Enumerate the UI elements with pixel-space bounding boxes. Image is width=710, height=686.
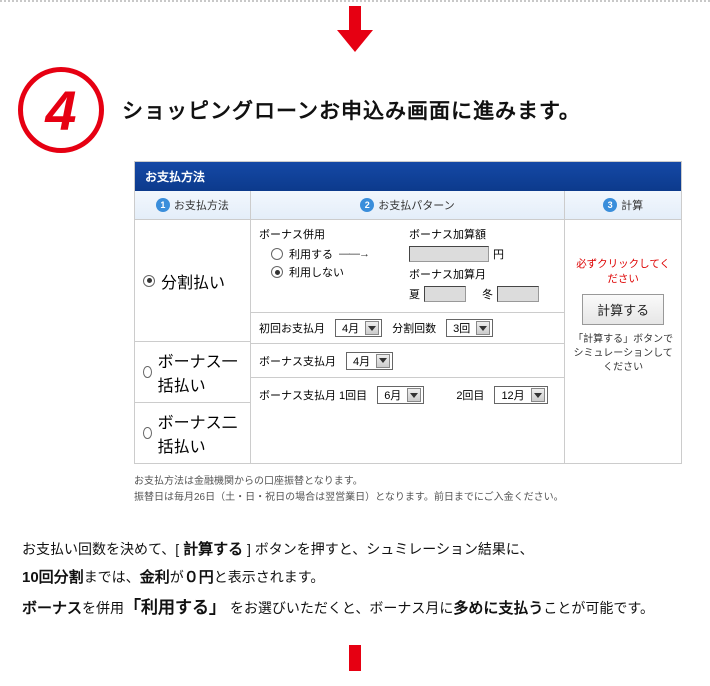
bonus-addamt-label: ボーナス加算額 — [409, 226, 486, 242]
bonus-use-label: 利用する — [289, 246, 333, 262]
option-bonus-twice: ボーナス二括払い — [158, 409, 242, 457]
step-title: ショッピングローンお申込み画面に進みます。 — [122, 95, 581, 125]
radio-bonus-once[interactable] — [143, 366, 152, 378]
winter-label: 冬 — [482, 286, 493, 302]
col-label-pattern: お支払パターン — [378, 197, 454, 213]
col-num-2: 2 — [360, 198, 374, 212]
first-month-label: 初回お支払月 — [259, 320, 325, 336]
radio-bonus-notuse[interactable] — [271, 266, 283, 278]
must-click-label: 必ずクリックしてください — [571, 256, 675, 286]
chevron-down-icon — [365, 321, 379, 335]
col-num-1: 1 — [156, 198, 170, 212]
payment-method-panel: お支払方法 1 お支払方法 2 お支払パターン 3 計算 分割払い ボーナス一括… — [134, 161, 682, 464]
bonus-addamt-input[interactable] — [409, 246, 489, 262]
bonus-month-label: ボーナス支払月 — [259, 353, 336, 369]
footnote-2: 振替日は毎月26日（土・日・祝日の場合は翌営業日）となります。前日までにご入金く… — [134, 490, 682, 506]
summer-label: 夏 — [409, 286, 420, 302]
bonus-combined-label: ボーナス併用 — [259, 226, 399, 242]
col-label-calc: 計算 — [621, 197, 643, 213]
split-count-select[interactable]: 3回 — [446, 319, 493, 337]
chevron-down-icon — [531, 388, 545, 402]
arrow-down-icon — [0, 2, 710, 67]
arrow-right-icon — [339, 248, 369, 260]
bonus-twice-label2: 2回目 — [456, 387, 484, 403]
split-count-label: 分割回数 — [392, 320, 436, 336]
bonus-month-select[interactable]: 4月 — [346, 352, 393, 370]
first-month-select[interactable]: 4月 — [335, 319, 382, 337]
calc-note: 「計算する」ボタンでシミュレーションしてください — [571, 333, 675, 375]
winter-select[interactable] — [497, 286, 539, 302]
bonus-twice-label1: ボーナス支払月 1回目 — [259, 387, 367, 403]
footnote-1: お支払方法は金融機関からの口座振替となります。 — [134, 474, 682, 490]
panel-header: お支払方法 — [135, 162, 681, 191]
arrow-down-icon — [0, 641, 710, 686]
col-num-3: 3 — [603, 198, 617, 212]
radio-installment[interactable] — [143, 275, 155, 287]
chevron-down-icon — [476, 321, 490, 335]
yen-label: 円 — [493, 246, 504, 262]
bonus-twice-select1[interactable]: 6月 — [377, 386, 424, 404]
bonus-twice-select2[interactable]: 12月 — [494, 386, 547, 404]
option-installment: 分割払い — [161, 269, 225, 293]
col-label-method: お支払方法 — [174, 197, 229, 213]
bonus-addmonth-label: ボーナス加算月 — [409, 266, 486, 282]
calculate-button[interactable]: 計算する — [582, 294, 664, 325]
radio-bonus-twice[interactable] — [143, 427, 152, 439]
step-number-badge: 4 — [18, 67, 104, 153]
summer-select[interactable] — [424, 286, 466, 302]
chevron-down-icon — [407, 388, 421, 402]
bonus-notuse-label: 利用しない — [289, 264, 344, 280]
chevron-down-icon — [376, 354, 390, 368]
option-bonus-once: ボーナス一括払い — [158, 348, 242, 396]
description-block: お支払い回数を決めて、[ 計算する ] ボタンを押すと、シュミレーション結果に、… — [22, 536, 694, 623]
radio-bonus-use[interactable] — [271, 248, 283, 260]
